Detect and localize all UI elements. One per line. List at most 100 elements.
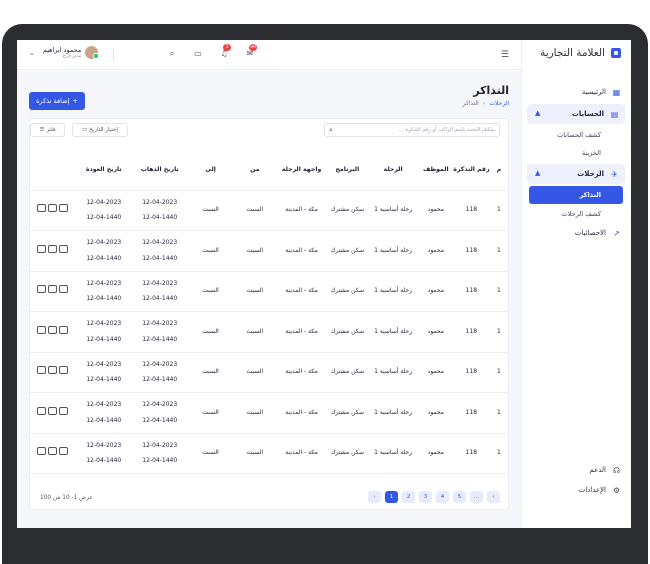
col-header: رقم التذكرة (453, 150, 490, 191)
pagination-page-button[interactable]: 4 (436, 491, 449, 503)
col-header-actions (30, 150, 76, 191)
print-icon[interactable] (48, 447, 58, 456)
notification-badge: 3 (223, 44, 231, 51)
cell-text: 12-04-1440 (86, 416, 122, 424)
cell-text: السبت (202, 287, 219, 295)
cell-text: 12-04-1440 (86, 214, 122, 222)
ticket-icon[interactable] (37, 366, 47, 375)
trash-icon[interactable] (59, 366, 69, 375)
print-icon[interactable] (48, 366, 58, 375)
cell-text: 1 (496, 368, 501, 376)
user-profile[interactable]: ⌄ محمود ابراهيم مدير فرع (29, 46, 100, 59)
ticket-icon[interactable] (37, 285, 47, 294)
pagination-page-button[interactable]: 1 (385, 491, 398, 503)
mail-icon[interactable]: ✉ 99 (245, 44, 257, 59)
cell-text: سكن مشترك (330, 327, 365, 335)
filter-button[interactable]: فلتر ☰ (30, 123, 65, 137)
cell-text: السبت (246, 449, 264, 457)
row-actions (30, 311, 76, 353)
table-row[interactable]: 1 118 محمود رحلة أساسية 1 سكن مشترك مكة - الم… (30, 230, 508, 272)
table-cell: 12-04-2023 12-04-1440 (75, 433, 132, 474)
sidebar-item-settings[interactable]: ⚙ الإعدادات (521, 480, 631, 500)
print-icon[interactable] (48, 285, 58, 294)
trash-icon[interactable] (59, 204, 69, 213)
ticket-icon[interactable] (37, 447, 47, 456)
print-icon[interactable] (48, 406, 58, 415)
table-cell: سكن مشترك (327, 392, 368, 434)
pagination-page-button[interactable]: ... (470, 491, 483, 503)
table-cell: 118 (453, 190, 490, 231)
trash-icon[interactable] (59, 447, 69, 456)
bell-icon[interactable]: ♫ 3 (219, 44, 231, 59)
cell-text: السبت (246, 246, 264, 254)
table-cell: 12-04-2023 12-04-1440 (131, 352, 188, 393)
pagination-page-button[interactable]: 3 (419, 491, 432, 503)
sidebar-subitem-tickets[interactable]: التذاكر (529, 186, 623, 204)
print-icon[interactable] (48, 325, 58, 334)
breadcrumb-item-trips[interactable]: الرحلات (489, 100, 509, 107)
brand[interactable]: العلامة التجارية (540, 47, 621, 59)
table-row[interactable]: 1 118 محمود رحلة أساسية 1 سكن مشترك مكة - الم… (30, 190, 508, 231)
table-cell: مكة - المدينة (276, 271, 327, 312)
table-row[interactable]: 1 118 محمود رحلة أساسية 1 سكن مشترك مكة - الم… (30, 433, 508, 474)
table-cell: 12-04-2023 12-04-1440 (75, 271, 132, 312)
calendar-icon[interactable]: ▭ (193, 49, 203, 59)
brand-name: العلامة التجارية (540, 47, 605, 59)
table-cell: السبت (233, 230, 277, 272)
ticket-icon[interactable] (37, 325, 47, 334)
trash-icon[interactable] (59, 244, 69, 253)
table-cell: سكن مشترك (327, 230, 368, 272)
table-cell: 1 (489, 352, 508, 393)
col-header: الموظف (418, 150, 454, 191)
cell-text: سكن مشترك (330, 206, 365, 214)
table-cell: 12-04-2023 12-04-1440 (75, 352, 132, 393)
cell-text: 1 (496, 287, 501, 295)
search-input[interactable]: يمكنك البحث باسم الراكب أو رقم التذكرة .… (324, 123, 500, 137)
table-cell: 1 (489, 433, 508, 474)
sidebar-item-support[interactable]: ☊ الدعم (521, 460, 631, 480)
table-cell: 12-04-2023 12-04-1440 (75, 311, 132, 353)
pagination-prev-button[interactable]: ‹ (487, 491, 500, 503)
sidebar-item-statistics[interactable]: ↗ الاحصائيات (521, 223, 631, 243)
table-cell: سكن مشترك (327, 433, 368, 474)
ticket-icon[interactable] (37, 406, 47, 415)
pagination-page-button[interactable]: 2 (402, 491, 415, 503)
table-cell: السبت (187, 311, 234, 353)
sidebar-subitem-account-statement[interactable]: كشف الحسابات (521, 126, 631, 144)
cell-text: السبت (202, 246, 219, 254)
table-row[interactable]: 1 118 محمود رحلة أساسية 1 سكن مشترك مكة - الم… (30, 311, 508, 353)
search-icon[interactable]: ⌕ (167, 49, 177, 59)
sidebar-subitem-treasury[interactable]: الخزينة (521, 144, 631, 162)
trash-icon[interactable] (59, 406, 69, 415)
cell-text: 12-04-1440 (86, 457, 122, 465)
table-row[interactable]: 1 118 محمود رحلة أساسية 1 سكن مشترك مكة - الم… (30, 392, 508, 434)
table-cell: محمود (418, 352, 454, 393)
table-cell: سكن مشترك (327, 190, 368, 231)
add-ticket-button[interactable]: + إضافة تذكرة (29, 92, 85, 110)
trash-icon[interactable] (59, 285, 69, 294)
cell-text: 12-04-1440 (86, 295, 122, 303)
sidebar-item-trips[interactable]: ✈ الرحلات ▲ (527, 164, 625, 184)
table-cell: محمود (418, 392, 454, 434)
pagination-page-button[interactable]: 5 (453, 491, 466, 503)
pagination-next-button[interactable]: › (368, 491, 381, 503)
date-picker-button[interactable]: إختيار التاريخ ▭ (72, 123, 128, 137)
sidebar-subitem-trip-statement[interactable]: كشف الرحلات (521, 205, 631, 223)
col-header: واجهة الرحلة (276, 150, 327, 191)
sidebar-item-home[interactable]: ▦ الرئيسية (521, 82, 631, 102)
table-row[interactable]: 1 118 محمود رحلة أساسية 1 سكن مشترك مكة - الم… (30, 352, 508, 393)
cell-text: 12-04-1440 (142, 254, 178, 262)
table-cell: 118 (453, 311, 490, 353)
menu-icon[interactable]: ☰ (501, 50, 509, 60)
table-cell: السبت (187, 392, 234, 434)
ticket-icon[interactable] (37, 244, 47, 253)
add-ticket-label: إضافة تذكرة (36, 97, 70, 105)
sidebar: العلامة التجارية ▦ الرئيسية ▤ الحسابات ▲… (521, 40, 631, 528)
print-icon[interactable] (48, 204, 58, 213)
table-cell: 118 (453, 230, 490, 272)
trash-icon[interactable] (59, 325, 69, 334)
print-icon[interactable] (48, 244, 58, 253)
ticket-icon[interactable] (37, 204, 47, 213)
sidebar-item-accounts[interactable]: ▤ الحسابات ▲ (527, 104, 625, 124)
table-row[interactable]: 1 118 محمود رحلة أساسية 1 سكن مشترك مكة - الم… (30, 271, 508, 312)
